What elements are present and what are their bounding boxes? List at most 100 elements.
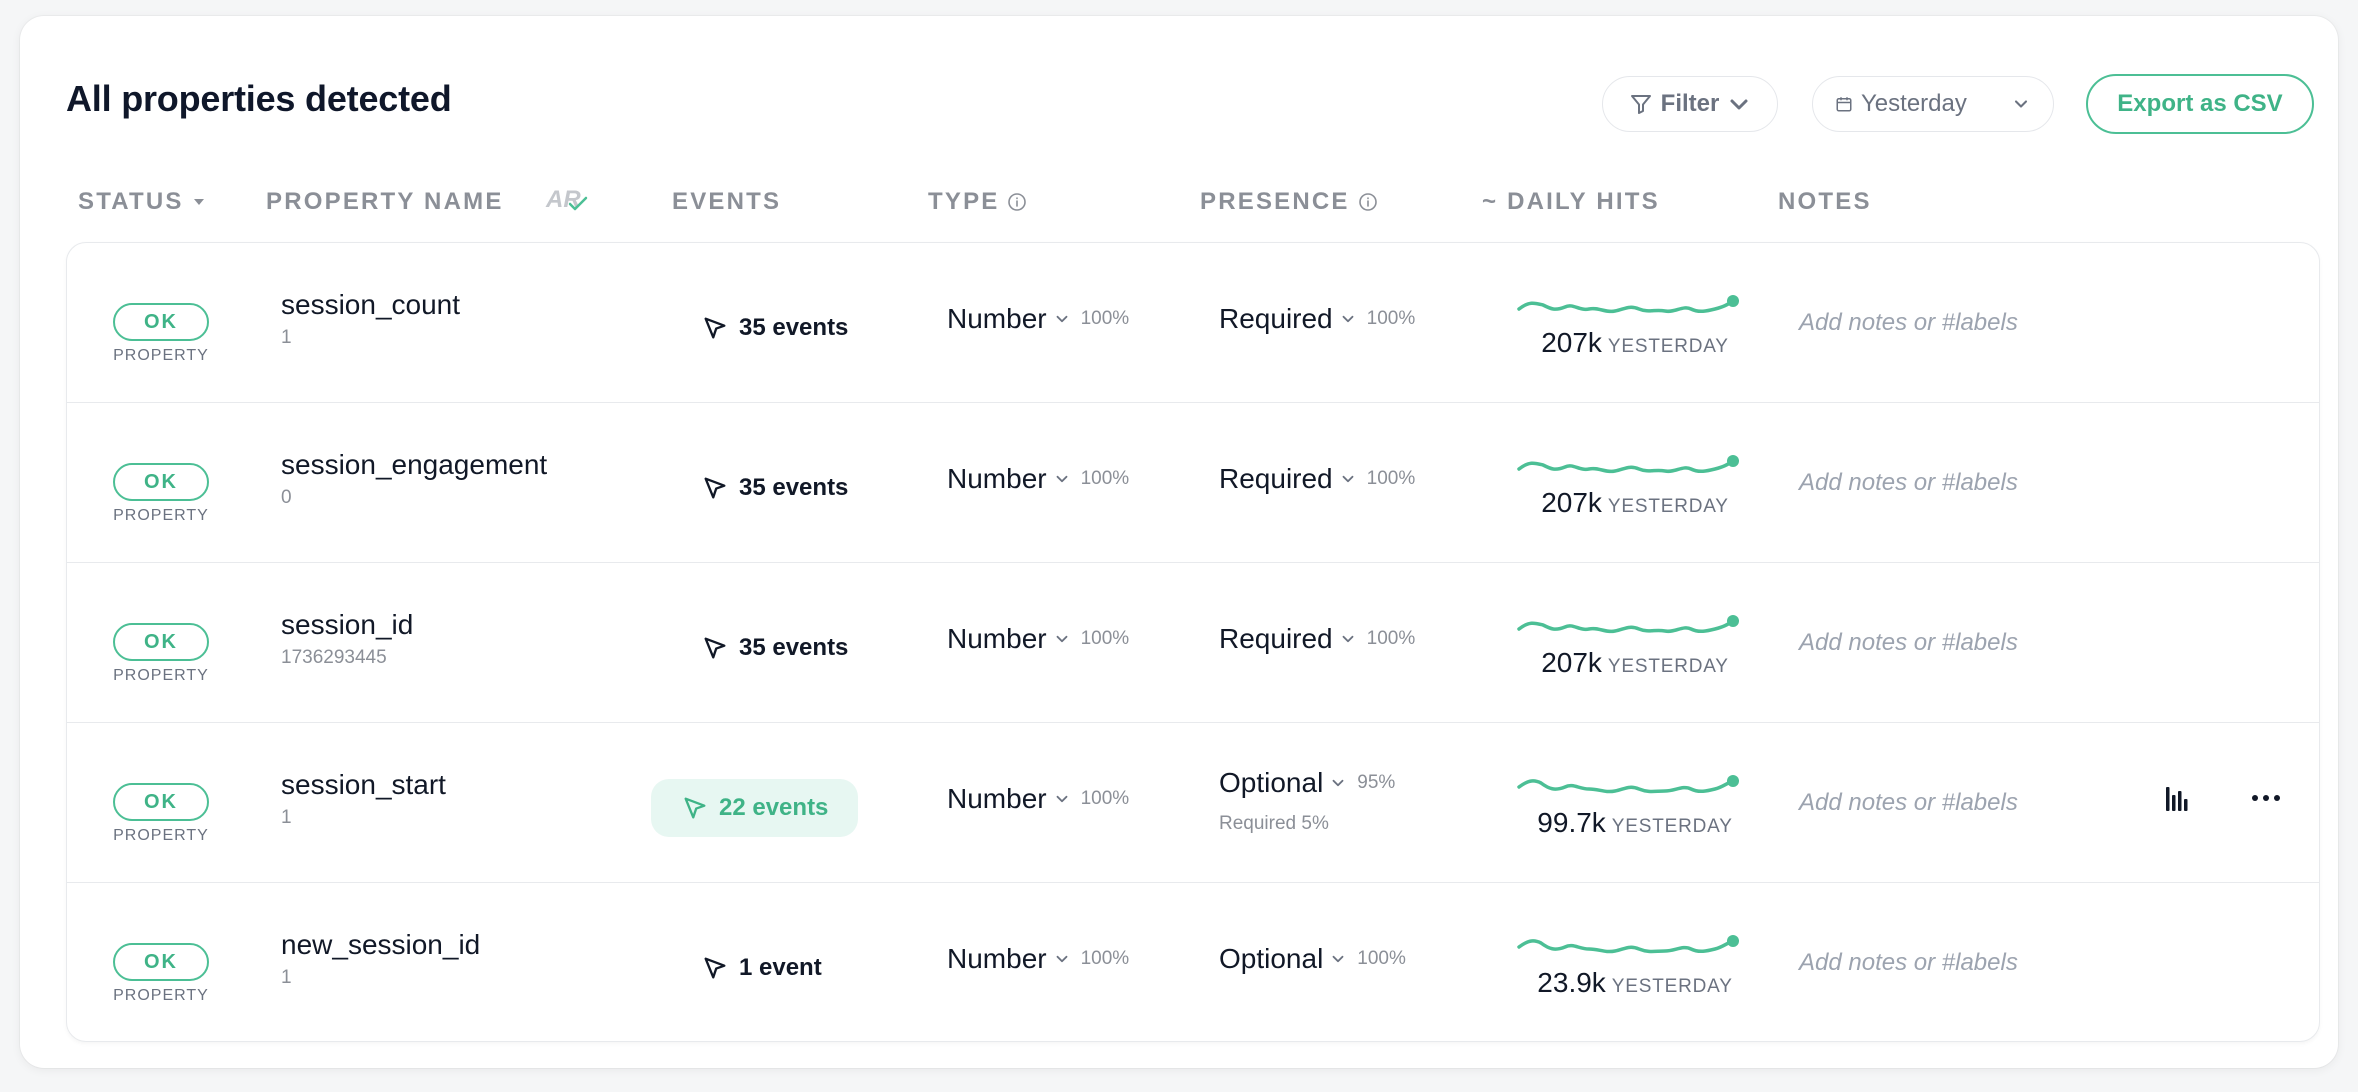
info-icon[interactable] bbox=[1358, 192, 1378, 212]
cursor-icon bbox=[704, 477, 726, 499]
column-header-events[interactable]: EVENTS bbox=[672, 188, 781, 216]
column-header-notes-label: NOTES bbox=[1778, 188, 1872, 215]
events-button[interactable]: 35 events bbox=[681, 459, 868, 517]
property-example-value: 1 bbox=[281, 327, 292, 348]
filter-icon bbox=[1630, 95, 1651, 114]
filter-button[interactable]: Filter bbox=[1602, 76, 1778, 132]
status-kind: PROPERTY bbox=[113, 667, 209, 684]
column-header-status[interactable]: STATUS bbox=[78, 188, 206, 216]
property-name-cell: session_start 1 bbox=[281, 769, 446, 829]
sort-down-icon bbox=[193, 199, 204, 205]
daily-hits-cell[interactable]: 23.9k YESTERDAY bbox=[1515, 931, 1755, 999]
notes-input[interactable]: Add notes or #labels bbox=[1799, 309, 2018, 337]
type-percentage: 100% bbox=[1080, 468, 1130, 489]
type-select[interactable]: Number 100% bbox=[947, 463, 1129, 495]
property-name[interactable]: session_engagement bbox=[281, 449, 547, 481]
property-example-value: 1 bbox=[281, 967, 292, 988]
property-name[interactable]: new_session_id bbox=[281, 929, 480, 961]
chevron-down-icon bbox=[1342, 315, 1354, 323]
daily-hits-value: 207k bbox=[1541, 647, 1602, 678]
notes-input[interactable]: Add notes or #labels bbox=[1799, 469, 2018, 497]
daily-hits-cell[interactable]: 207k YESTERDAY bbox=[1515, 291, 1755, 359]
table-row[interactable]: OK PROPERTY new_session_id 1 1 event Num… bbox=[67, 883, 2319, 1043]
type-select[interactable]: Number 100% bbox=[947, 783, 1129, 815]
date-range-select[interactable]: Yesterday bbox=[1812, 76, 2054, 132]
filter-label: Filter bbox=[1660, 90, 1720, 117]
events-count: 35 events bbox=[739, 634, 849, 661]
events-button[interactable]: 22 events bbox=[651, 779, 859, 837]
cursor-icon bbox=[704, 957, 726, 979]
property-example-value: 1736293445 bbox=[281, 647, 387, 668]
info-icon[interactable] bbox=[1007, 192, 1027, 212]
table-row[interactable]: OK PROPERTY session_engagement 0 35 even… bbox=[67, 403, 2319, 563]
sparkline bbox=[1517, 775, 1739, 794]
presence-value: Required bbox=[1219, 623, 1333, 654]
status-cell: OK PROPERTY bbox=[113, 463, 209, 525]
table-row[interactable]: OK PROPERTY session_start 1 22 events Nu… bbox=[67, 723, 2319, 883]
type-select[interactable]: Number 100% bbox=[947, 943, 1129, 975]
property-name-cell: session_engagement 0 bbox=[281, 449, 547, 509]
column-header-property-name[interactable]: PROPERTY NAME bbox=[266, 188, 504, 216]
daily-hits-cell[interactable]: 207k YESTERDAY bbox=[1515, 451, 1755, 519]
notes-input[interactable]: Add notes or #labels bbox=[1799, 949, 2018, 977]
column-header-daily-hits[interactable]: ~ DAILY HITS bbox=[1482, 188, 1660, 216]
property-name[interactable]: session_id bbox=[281, 609, 413, 641]
status-kind: PROPERTY bbox=[113, 987, 209, 1004]
property-name[interactable]: session_start bbox=[281, 769, 446, 801]
chevron-down-icon bbox=[1342, 475, 1354, 483]
column-header-property-name-label: PROPERTY NAME bbox=[266, 188, 504, 215]
daily-hits-value: 207k bbox=[1541, 327, 1602, 358]
column-header-presence[interactable]: PRESENCE bbox=[1200, 188, 1378, 216]
sparkline bbox=[1517, 455, 1739, 474]
type-value: Number bbox=[947, 623, 1047, 654]
presence-percentage: 95% bbox=[1357, 772, 1396, 793]
property-name[interactable]: session_count bbox=[281, 289, 460, 321]
row-actions bbox=[2163, 783, 2281, 813]
status-kind: PROPERTY bbox=[113, 347, 209, 364]
events-button[interactable]: 35 events bbox=[681, 619, 868, 677]
type-select[interactable]: Number 100% bbox=[947, 623, 1129, 655]
daily-hits-cell[interactable]: 207k YESTERDAY bbox=[1515, 611, 1755, 679]
table-row[interactable]: OK PROPERTY session_count 1 35 events Nu… bbox=[67, 243, 2319, 403]
chevron-down-icon bbox=[2014, 100, 2028, 108]
notes-input[interactable]: Add notes or #labels bbox=[1799, 789, 2018, 817]
check-icon bbox=[568, 196, 588, 211]
type-value: Number bbox=[947, 303, 1047, 334]
status-badge: OK bbox=[113, 623, 209, 661]
events-button[interactable]: 35 events bbox=[681, 299, 868, 357]
type-value: Number bbox=[947, 943, 1047, 974]
daily-hits-cell[interactable]: 99.7k YESTERDAY bbox=[1515, 771, 1755, 839]
presence-select[interactable]: Optional 100% bbox=[1219, 943, 1406, 975]
events-button[interactable]: 1 event bbox=[681, 939, 842, 997]
auto-rename-toggle[interactable]: AR bbox=[546, 186, 588, 214]
presence-percentage: 100% bbox=[1357, 948, 1406, 969]
presence-select[interactable]: Required 100% bbox=[1219, 303, 1415, 335]
daily-hits-value: 23.9k bbox=[1537, 967, 1606, 998]
type-percentage: 100% bbox=[1080, 628, 1130, 649]
type-select[interactable]: Number 100% bbox=[947, 303, 1129, 335]
chevron-down-icon bbox=[1056, 955, 1068, 963]
properties-table: OK PROPERTY session_count 1 35 events Nu… bbox=[66, 242, 2320, 1042]
more-icon[interactable] bbox=[2251, 793, 2281, 803]
export-csv-button[interactable]: Export as CSV bbox=[2086, 74, 2314, 134]
presence-select[interactable]: Required 100% bbox=[1219, 623, 1415, 655]
chevron-down-icon bbox=[1056, 795, 1068, 803]
bar-chart-icon[interactable] bbox=[2163, 783, 2191, 813]
column-header-status-label: STATUS bbox=[78, 188, 184, 215]
daily-hits-period: YESTERDAY bbox=[1611, 816, 1733, 837]
status-badge: OK bbox=[113, 943, 209, 981]
events-count: 1 event bbox=[739, 954, 822, 981]
status-cell: OK PROPERTY bbox=[113, 623, 209, 685]
daily-hits-value: 207k bbox=[1541, 487, 1602, 518]
status-kind: PROPERTY bbox=[113, 507, 209, 524]
presence-select[interactable]: Optional 95% Required 5% bbox=[1219, 767, 1395, 835]
chevron-down-icon bbox=[1056, 315, 1068, 323]
notes-input[interactable]: Add notes or #labels bbox=[1799, 629, 2018, 657]
chevron-down-icon bbox=[1342, 635, 1354, 643]
presence-select[interactable]: Required 100% bbox=[1219, 463, 1415, 495]
table-row[interactable]: OK PROPERTY session_id 1736293445 35 eve… bbox=[67, 563, 2319, 723]
column-header-type[interactable]: TYPE bbox=[928, 188, 1027, 216]
events-count: 22 events bbox=[719, 794, 829, 821]
column-header-events-label: EVENTS bbox=[672, 188, 782, 215]
cursor-icon bbox=[704, 317, 726, 339]
